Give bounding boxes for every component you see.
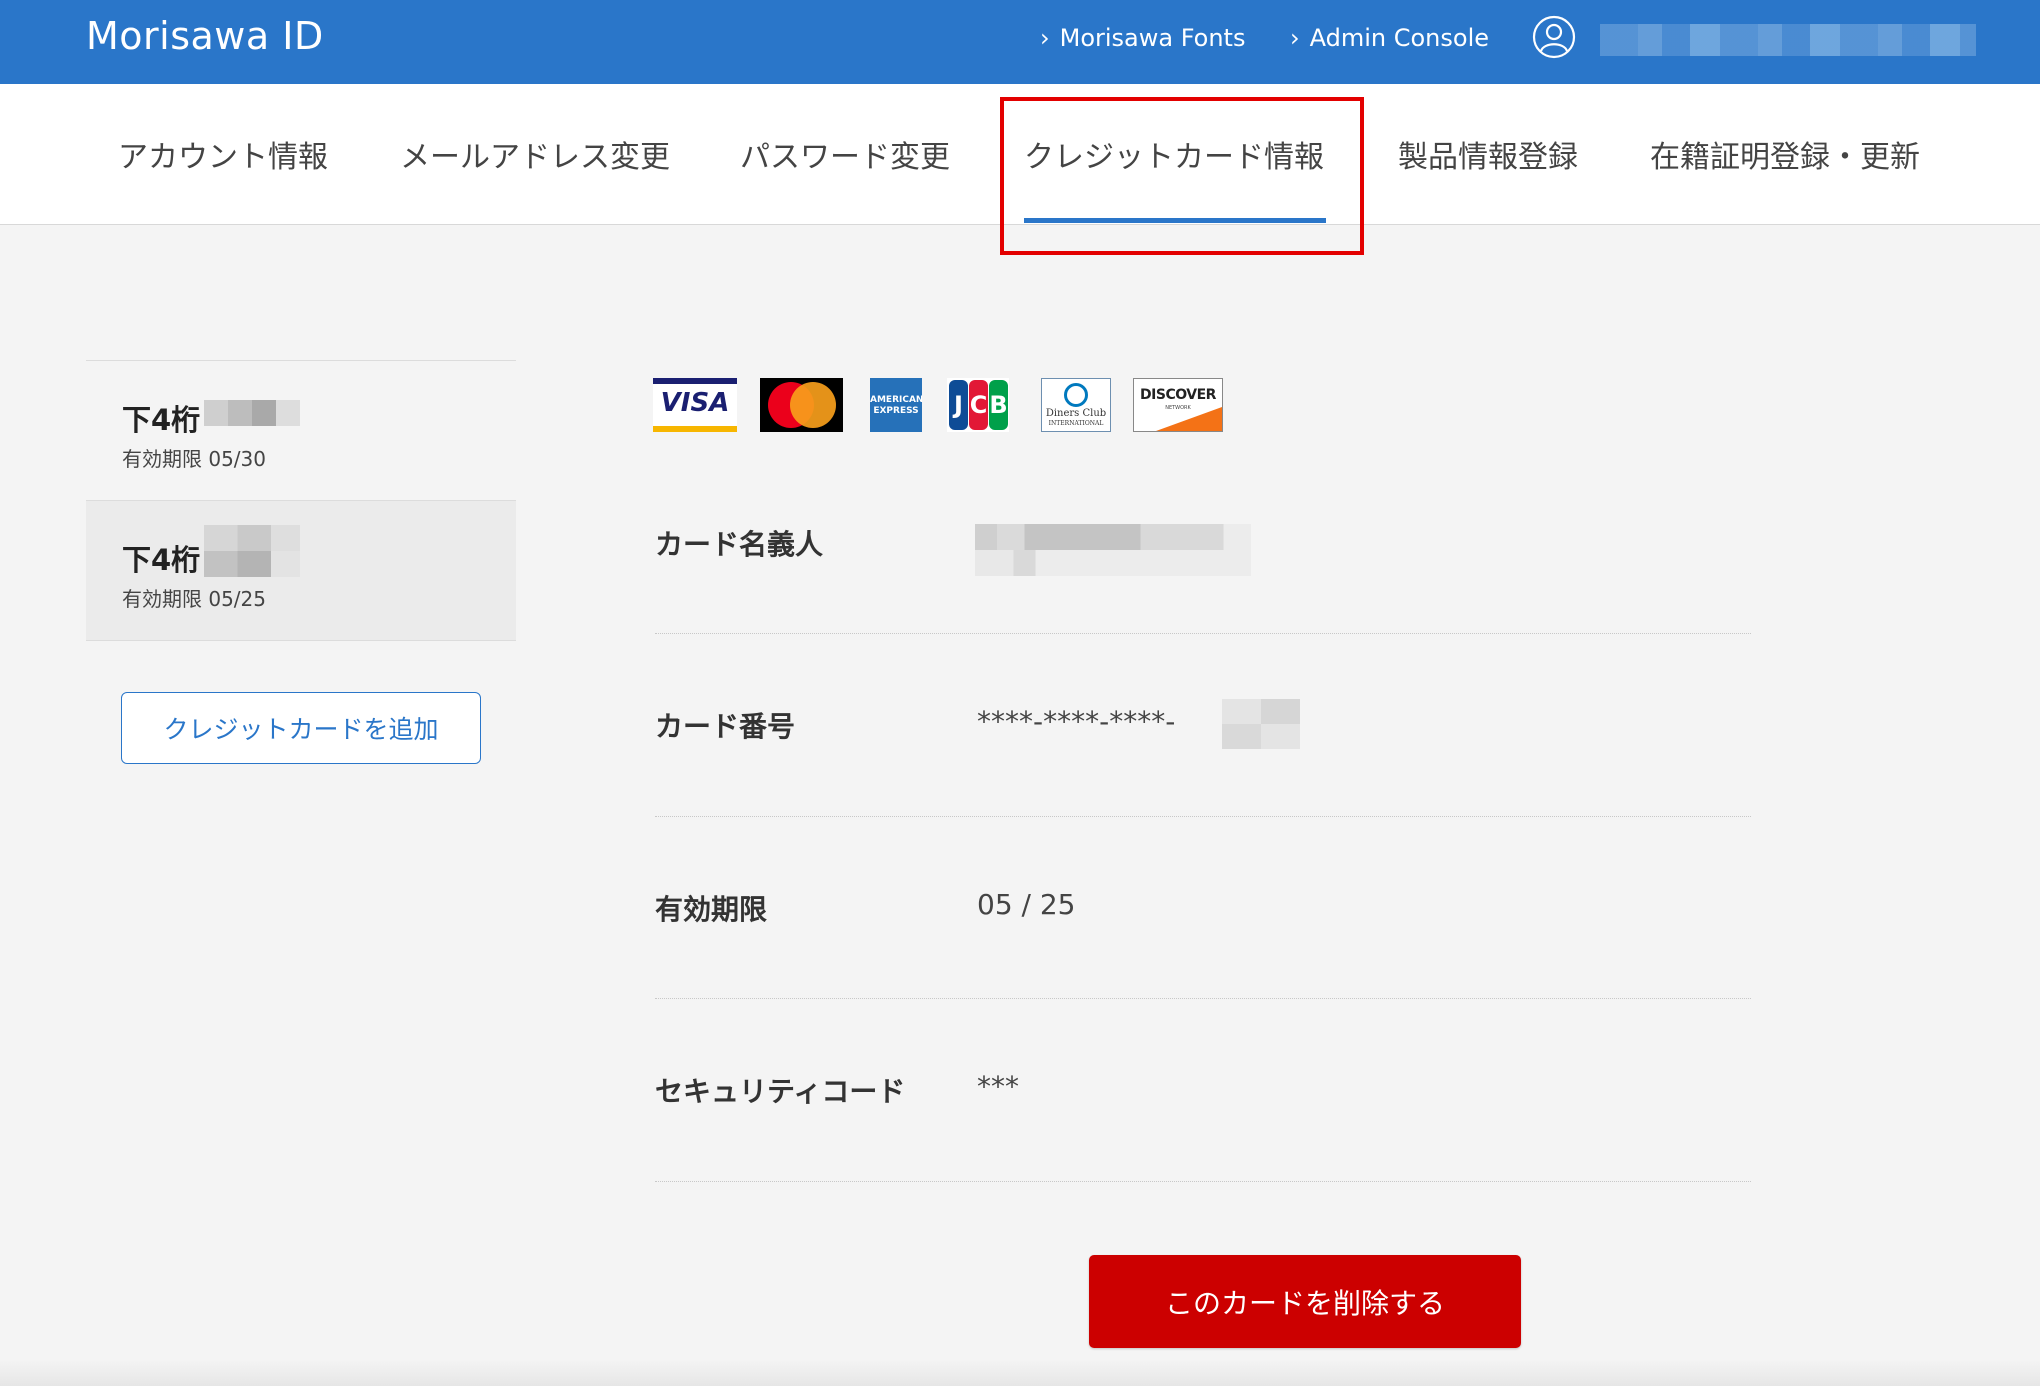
expiry-label: 有効期限 — [655, 893, 768, 926]
card-number-value: ****-****-****- — [977, 705, 1176, 738]
brand-logo[interactable]: Morisawa ID — [86, 14, 324, 58]
jcb-logo-letter-j: J — [949, 380, 968, 430]
discover-logo: DISCOVER NETWORK — [1133, 378, 1223, 432]
tab-bar: アカウント情報 メールアドレス変更 パスワード変更 クレジットカード情報 製品情… — [0, 84, 2040, 225]
tab-credit-card-info[interactable]: クレジットカード情報 — [1024, 132, 1324, 176]
visa-logo-text: VISA — [660, 388, 730, 418]
chevron-right-icon: › — [1290, 24, 1300, 52]
mastercard-logo — [760, 378, 843, 432]
diners-club-logo: Diners Club INTERNATIONAL — [1041, 378, 1111, 432]
saved-card-item-selected[interactable]: 下4桁 有効期限 05/25 — [86, 500, 516, 641]
chevron-right-icon: › — [1040, 24, 1050, 52]
card-last4-label: 下4桁 — [122, 403, 201, 437]
admin-console-link[interactable]: › Admin Console — [1290, 24, 1489, 52]
diners-logo-text-1: Diners Club — [1045, 408, 1107, 419]
card-expiry: 有効期限 05/25 — [122, 587, 266, 611]
amex-logo: AMERICAN EXPRESS — [870, 378, 922, 432]
delete-card-button[interactable]: このカードを削除する — [1089, 1255, 1521, 1348]
jcb-logo-letter-b: B — [989, 380, 1008, 430]
visa-logo: VISA — [653, 378, 737, 432]
user-circle-icon[interactable] — [1532, 15, 1576, 59]
user-name-redacted — [1600, 24, 1976, 56]
card-expiry: 有効期限 05/30 — [122, 447, 266, 471]
card-holder-label: カード名義人 — [655, 528, 824, 561]
expiry-value: 05 / 25 — [977, 888, 1076, 921]
tab-password-change[interactable]: パスワード変更 — [740, 132, 950, 176]
security-code-label: セキュリティコード — [655, 1075, 906, 1108]
top-bar: Morisawa ID › Morisawa Fonts › Admin Conso… — [0, 0, 2040, 84]
card-holder-redacted — [975, 524, 1251, 576]
morisawa-fonts-link[interactable]: › Morisawa Fonts — [1040, 24, 1245, 52]
discover-logo-text-1: DISCOVER — [1140, 387, 1216, 403]
tab-enrollment-certificate[interactable]: 在籍証明登録・更新 — [1650, 132, 1920, 176]
admin-console-label: Admin Console — [1309, 24, 1489, 52]
bottom-shadow — [0, 1360, 2040, 1386]
row-divider — [655, 816, 1751, 817]
active-tab-indicator — [1024, 218, 1326, 223]
row-divider — [655, 1181, 1751, 1182]
saved-card-item[interactable]: 下4桁 有効期限 05/30 — [86, 360, 516, 500]
discover-logo-text-2: NETWORK — [1165, 405, 1191, 411]
card-last4-redacted — [204, 525, 300, 577]
card-last4-label: 下4桁 — [122, 543, 201, 577]
card-number-label: カード番号 — [655, 710, 796, 743]
tab-email-change[interactable]: メールアドレス変更 — [400, 132, 670, 176]
row-divider — [655, 633, 1751, 634]
amex-logo-text-2: EXPRESS — [873, 406, 919, 416]
security-code-value: *** — [977, 1070, 1019, 1103]
amex-logo-text-1: AMERICAN — [870, 395, 922, 405]
jcb-logo: J C B — [947, 378, 1009, 432]
card-last4-redacted — [204, 400, 300, 426]
diners-logo-text-2: INTERNATIONAL — [1048, 420, 1104, 427]
row-divider — [655, 998, 1751, 999]
card-number-redacted — [1222, 699, 1300, 749]
jcb-logo-letter-c: C — [969, 380, 988, 430]
add-credit-card-button[interactable]: クレジットカードを追加 — [121, 692, 481, 764]
morisawa-fonts-label: Morisawa Fonts — [1059, 24, 1246, 52]
tab-product-registration[interactable]: 製品情報登録 — [1398, 132, 1578, 176]
tab-account-info[interactable]: アカウント情報 — [118, 132, 328, 176]
